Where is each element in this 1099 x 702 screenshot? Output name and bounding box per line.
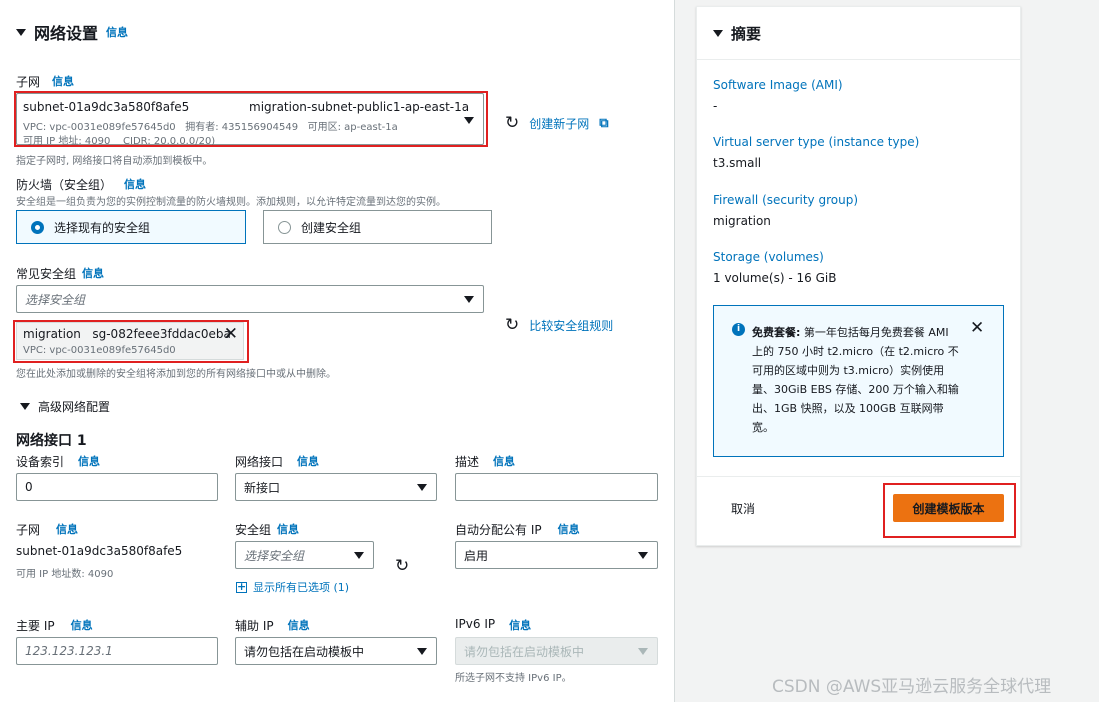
collapse-caret-icon <box>16 28 26 36</box>
summary-storage-value: 1 volume(s) - 16 GiB <box>713 271 837 285</box>
device-index-input[interactable]: 0 <box>16 473 218 501</box>
free-tier-heading: 免费套餐: <box>752 326 801 339</box>
refresh-icon[interactable]: ↻ <box>505 113 519 133</box>
watermark: CSDN @AWS亚马逊云服务全球代理 <box>772 677 1052 697</box>
chevron-down-icon <box>638 648 648 655</box>
common-sg-placeholder: 选择安全组 <box>25 292 86 307</box>
ipv6-label: IPv6 IP <box>455 617 496 631</box>
subnet-label: 子网 <box>16 75 41 89</box>
close-icon[interactable]: ✕ <box>970 318 984 338</box>
ni-sg-info-link[interactable]: 信息 <box>277 521 299 538</box>
auto-ip-label: 自动分配公有 IP <box>455 523 542 537</box>
advanced-title: 高级网络配置 <box>38 400 111 414</box>
chevron-down-icon <box>464 296 474 303</box>
divider <box>697 59 1020 60</box>
primary-ip-label: 主要 IP <box>16 619 55 633</box>
ipv6-hint: 所选子网不支持 IPv6 IP。 <box>455 673 572 684</box>
chevron-down-icon <box>354 552 364 559</box>
common-sg-select[interactable]: 选择安全组 <box>16 285 484 313</box>
create-subnet-link[interactable]: 创建新子网 <box>529 115 589 132</box>
option-create-label: 创建安全组 <box>301 220 362 235</box>
primary-ip-info-link[interactable]: 信息 <box>71 617 93 634</box>
auto-ip-info-link[interactable]: 信息 <box>558 521 580 538</box>
subnet-hint: 指定子网时, 网络接口将自动添加到模板中。 <box>16 156 213 167</box>
compare-sg-rules-link[interactable]: 比较安全组规则 <box>529 317 613 334</box>
summary-firewall-label[interactable]: Firewall (security group) <box>713 193 858 207</box>
network-interface-label: 网络接口 <box>235 455 284 469</box>
auto-ip-value: 启用 <box>464 548 489 563</box>
highlight-box <box>14 91 488 147</box>
device-index-label: 设备索引 <box>16 455 65 469</box>
summary-header[interactable]: 摘要 <box>713 23 761 44</box>
plus-square-icon: + <box>236 579 247 593</box>
free-tier-alert: i 免费套餐: 第一年包括每月免费套餐 AMI 上的 750 小时 t2.mic… <box>713 305 1004 457</box>
common-sg-label: 常见安全组 <box>16 267 77 281</box>
secondary-ip-label: 辅助 IP <box>235 619 274 633</box>
option-existing-label: 选择现有的安全组 <box>54 220 151 235</box>
info-link[interactable]: 信息 <box>106 24 128 40</box>
show-all-selected-label: 显示所有已选项 (1) <box>253 581 350 594</box>
ni-subnet-value: subnet-01a9dc3a580f8afe5 <box>16 544 183 558</box>
ni-subnet-info-link[interactable]: 信息 <box>56 521 78 538</box>
primary-ip-input[interactable]: 123.123.123.1 <box>16 637 218 665</box>
subnet-info-link[interactable]: 信息 <box>52 73 74 90</box>
option-existing-sg[interactable]: 选择现有的安全组 <box>16 210 246 244</box>
free-tier-text: 第一年包括每月免费套餐 AMI 上的 750 小时 t2.micro（在 t2.… <box>752 326 959 434</box>
ni-sg-placeholder: 选择安全组 <box>244 548 305 563</box>
ni-sg-select[interactable]: 选择安全组 <box>235 541 374 569</box>
firewall-desc: 安全组是一组负责为您的实例控制流量的防火墙规则。添加规则，以允许特定流量到达您的… <box>16 197 446 208</box>
radio-selected-icon <box>31 220 44 234</box>
summary-storage-label[interactable]: Storage (volumes) <box>713 250 824 264</box>
common-sg-info-link[interactable]: 信息 <box>82 265 104 282</box>
auto-ip-select[interactable]: 启用 <box>455 541 658 569</box>
description-label: 描述 <box>455 455 480 469</box>
divider <box>697 476 1020 477</box>
network-interface-info-link[interactable]: 信息 <box>297 453 319 470</box>
chevron-down-icon <box>417 484 427 491</box>
secondary-ip-value: 请勿包括在启动模板中 <box>244 644 365 659</box>
firewall-info-link[interactable]: 信息 <box>124 176 146 193</box>
collapse-caret-icon <box>20 403 30 410</box>
summary-instance-type-label[interactable]: Virtual server type (instance type) <box>713 135 919 149</box>
cancel-button[interactable]: 取消 <box>731 500 755 517</box>
option-create-sg[interactable]: 创建安全组 <box>263 210 492 244</box>
secondary-ip-select[interactable]: 请勿包括在启动模板中 <box>235 637 437 665</box>
ipv6-value: 请勿包括在启动模板中 <box>464 644 585 659</box>
network-interface-title: 网络接口 1 <box>16 433 87 449</box>
description-input[interactable] <box>455 473 658 501</box>
ipv6-info-link[interactable]: 信息 <box>509 617 531 633</box>
section-title: 网络设置 <box>34 24 99 43</box>
network-settings-header[interactable]: 网络设置 信息 <box>16 20 128 44</box>
secondary-ip-info-link[interactable]: 信息 <box>288 617 310 634</box>
device-index-info-link[interactable]: 信息 <box>78 453 100 470</box>
radio-unselected-icon <box>278 220 291 234</box>
refresh-icon[interactable]: ↻ <box>505 315 519 335</box>
chevron-down-icon <box>417 648 427 655</box>
description-info-link[interactable]: 信息 <box>493 453 515 470</box>
collapse-caret-icon <box>713 30 723 37</box>
network-interface-select[interactable]: 新接口 <box>235 473 437 501</box>
show-all-selected-link[interactable]: + 显示所有已选项 (1) <box>236 579 349 595</box>
summary-title: 摘要 <box>731 25 762 43</box>
summary-instance-type-value: t3.small <box>713 156 762 170</box>
ipv6-select: 请勿包括在启动模板中 <box>455 637 658 665</box>
device-index-value: 0 <box>25 480 33 494</box>
summary-ami-label[interactable]: Software Image (AMI) <box>713 78 843 92</box>
summary-firewall-value: migration <box>713 214 771 228</box>
ni-subnet-label: 子网 <box>16 523 41 537</box>
primary-ip-placeholder: 123.123.123.1 <box>25 644 113 658</box>
external-link-icon: ⧉ <box>599 115 609 131</box>
ni-sg-label: 安全组 <box>235 523 272 537</box>
chevron-down-icon <box>638 552 648 559</box>
advanced-network-toggle[interactable]: 高级网络配置 <box>20 398 110 415</box>
common-sg-hint: 您在此处添加或删除的安全组将添加到您的所有网络接口中或从中删除。 <box>16 369 336 380</box>
refresh-icon[interactable]: ↻ <box>395 556 409 576</box>
firewall-label: 防火墙（安全组） <box>16 178 113 192</box>
network-interface-value: 新接口 <box>244 480 281 495</box>
ni-subnet-sub: 可用 IP 地址数: 4090 <box>16 569 114 580</box>
highlight-box <box>13 320 249 363</box>
highlight-box <box>883 483 1016 538</box>
info-circle-icon: i <box>732 323 745 336</box>
summary-ami-value: - <box>713 99 718 113</box>
